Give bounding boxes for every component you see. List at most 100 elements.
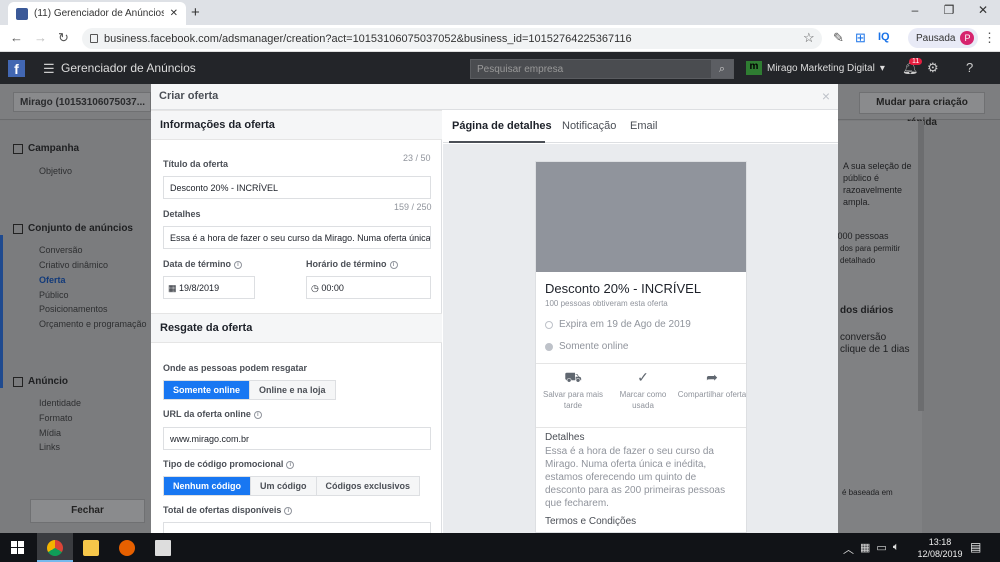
unique-codes-option[interactable]: Códigos exclusivos (316, 477, 420, 495)
forward-icon[interactable]: → (34, 30, 47, 45)
info-icon[interactable]: i (389, 260, 398, 269)
search-icon[interactable]: ⌕ (711, 60, 733, 78)
action-center-icon[interactable]: ▤ (970, 540, 981, 554)
save-label: Salvar para mais tarde (542, 390, 604, 410)
offer-preview-card: Desconto 20% - INCRÍVEL 100 pessoas obti… (535, 161, 747, 533)
search-input[interactable]: Pesquisar empresa ⌕ (470, 59, 734, 79)
redeem-location-toggle: Somente online Online e na loja (163, 380, 336, 400)
nav-item-placements[interactable]: Posicionamentos (39, 304, 108, 314)
nav-adset[interactable]: Conjunto de anúncios (13, 223, 133, 234)
info-icon[interactable]: i (253, 410, 262, 419)
online-and-store-option[interactable]: Online e na loja (250, 381, 335, 399)
close-tab-icon[interactable]: ✕ (170, 8, 178, 19)
iq-extension-icon[interactable]: IQ (878, 31, 890, 43)
nav-item-budget[interactable]: Orçamento e programação (39, 319, 147, 329)
profile-button[interactable]: Pausada P (908, 28, 979, 48)
nav-ad[interactable]: Anúncio (13, 376, 68, 387)
total-offers-input[interactable] (163, 522, 431, 533)
nav-item-media[interactable]: Mídia (39, 428, 61, 438)
nav-item-audience[interactable]: Público (39, 290, 69, 300)
daily-results-heading: dos diários (840, 305, 894, 316)
nav-item-offer[interactable]: Oferta (39, 275, 66, 285)
tab-title: (11) Gerenciador de Anúncios - C (34, 8, 164, 19)
nav-item-objective[interactable]: Objetivo (39, 166, 72, 176)
info-icon[interactable]: i (286, 460, 295, 469)
title-char-counter: 23 / 50 (403, 153, 431, 163)
hamburger-menu-icon[interactable]: ☰ (43, 61, 55, 77)
nav-adset-label: Conjunto de anúncios (28, 223, 133, 234)
offer-url-input[interactable]: www.mirago.com.br (163, 427, 431, 450)
expiry-text: Expira em 19 de Ago de 2019 (559, 319, 691, 330)
maximize-icon[interactable]: ❐ (934, 3, 964, 17)
redeem-heading: Resgate da oferta (151, 313, 442, 343)
nav-item-dynamic-creative[interactable]: Criativo dinâmico (39, 260, 108, 270)
close-window-icon[interactable]: ✕ (968, 3, 998, 17)
offer-url-label-text: URL da oferta online (163, 409, 251, 419)
share-action[interactable]: ➦ Compartilhar oferta (677, 368, 746, 400)
help-icon[interactable]: ? (966, 60, 973, 75)
info-icon[interactable]: i (234, 260, 243, 269)
chevron-down-icon: ▾ (879, 62, 885, 74)
chrome-menu-icon[interactable]: ⋮ (983, 30, 996, 46)
end-date-input[interactable]: ▦ 19/8/2019 (163, 276, 255, 299)
network-icon[interactable]: ▦ (860, 541, 870, 557)
info-icon[interactable]: i (284, 506, 293, 515)
tab-email[interactable]: Email (630, 120, 658, 132)
close-button[interactable]: Fechar (30, 499, 145, 523)
single-code-option[interactable]: Um código (251, 477, 317, 495)
folder-icon (83, 540, 99, 556)
browser-toolbar: ← → ↻ business.facebook.com/adsmanager/c… (0, 25, 1000, 52)
account-switcher[interactable]: m Mirago Marketing Digital ▾ (746, 61, 885, 75)
chrome-icon (47, 540, 63, 556)
total-offers-label-text: Total de ofertas disponíveis (163, 505, 282, 515)
end-time-label: Horário de término i (306, 259, 398, 269)
nav-item-conversion[interactable]: Conversão (39, 245, 83, 255)
volume-icon[interactable]: 🔈︎ (893, 541, 900, 557)
taskbar-firefox[interactable] (109, 533, 145, 562)
taskbar-file-explorer[interactable] (73, 533, 109, 562)
tab-details-page[interactable]: Página de detalhes (452, 120, 552, 132)
end-time-input[interactable]: ◷ 00:00 (306, 276, 431, 299)
taskbar-chrome[interactable] (37, 533, 73, 562)
nav-item-identity[interactable]: Identidade (39, 398, 81, 408)
clock-icon: ◷ (311, 283, 319, 293)
nav-campaign[interactable]: Campanha (13, 143, 79, 154)
minimize-icon[interactable]: – (900, 3, 930, 17)
account-name: Mirago Marketing Digital (767, 62, 875, 74)
mark-used-action[interactable]: ✓ Marcar como usada (608, 368, 678, 411)
active-section-indicator (0, 235, 3, 388)
no-code-option[interactable]: Nenhum código (164, 477, 251, 495)
save-for-later-action[interactable]: ⛟ Salvar para mais tarde (538, 368, 608, 411)
facebook-logo-icon[interactable]: f (8, 60, 25, 77)
close-icon[interactable]: × (822, 88, 830, 104)
taskbar-photos[interactable] (145, 533, 181, 562)
battery-icon[interactable]: ▭ (876, 541, 886, 557)
offer-title-input[interactable]: Desconto 20% - INCRÍVEL (163, 176, 431, 199)
address-bar[interactable]: business.facebook.com/adsmanager/creatio… (82, 28, 822, 49)
offer-title: Desconto 20% - INCRÍVEL (545, 281, 702, 296)
taskbar-clock[interactable]: 13:18 12/08/2019 (916, 536, 964, 560)
details-input[interactable]: Essa é a hora de fazer o seu curso da Mi… (163, 226, 431, 249)
eyedropper-icon[interactable]: ✎ (833, 30, 844, 46)
gear-icon[interactable]: ⚙ (927, 60, 939, 76)
nav-item-format[interactable]: Formato (39, 413, 73, 423)
browser-tab[interactable]: (11) Gerenciador de Anúncios - C ✕ (8, 2, 186, 25)
reload-icon[interactable]: ↻ (58, 30, 69, 46)
nav-ad-label: Anúncio (28, 376, 68, 387)
translate-icon[interactable]: ⊞ (855, 30, 866, 46)
quick-create-button[interactable]: Mudar para criação rápida (859, 92, 985, 128)
online-only-option[interactable]: Somente online (164, 381, 251, 399)
chevron-up-icon[interactable]: ︿ (843, 541, 854, 557)
app-title[interactable]: Gerenciador de Anúncios (61, 61, 196, 75)
new-tab-icon[interactable]: + (191, 4, 200, 21)
nav-item-links[interactable]: Links (39, 442, 60, 452)
scrollbar[interactable] (918, 121, 924, 411)
active-tab-underline (449, 141, 545, 143)
end-time-label-text: Horário de término (306, 259, 387, 269)
ad-account-selector[interactable]: Mirago (10153106075037... (13, 92, 151, 112)
notification-badge: 11 (909, 58, 923, 65)
tab-notification[interactable]: Notificação (562, 120, 616, 132)
bookmark-star-icon[interactable]: ☆ (803, 30, 815, 46)
back-icon[interactable]: ← (10, 30, 23, 45)
windows-start-icon[interactable] (11, 541, 25, 555)
